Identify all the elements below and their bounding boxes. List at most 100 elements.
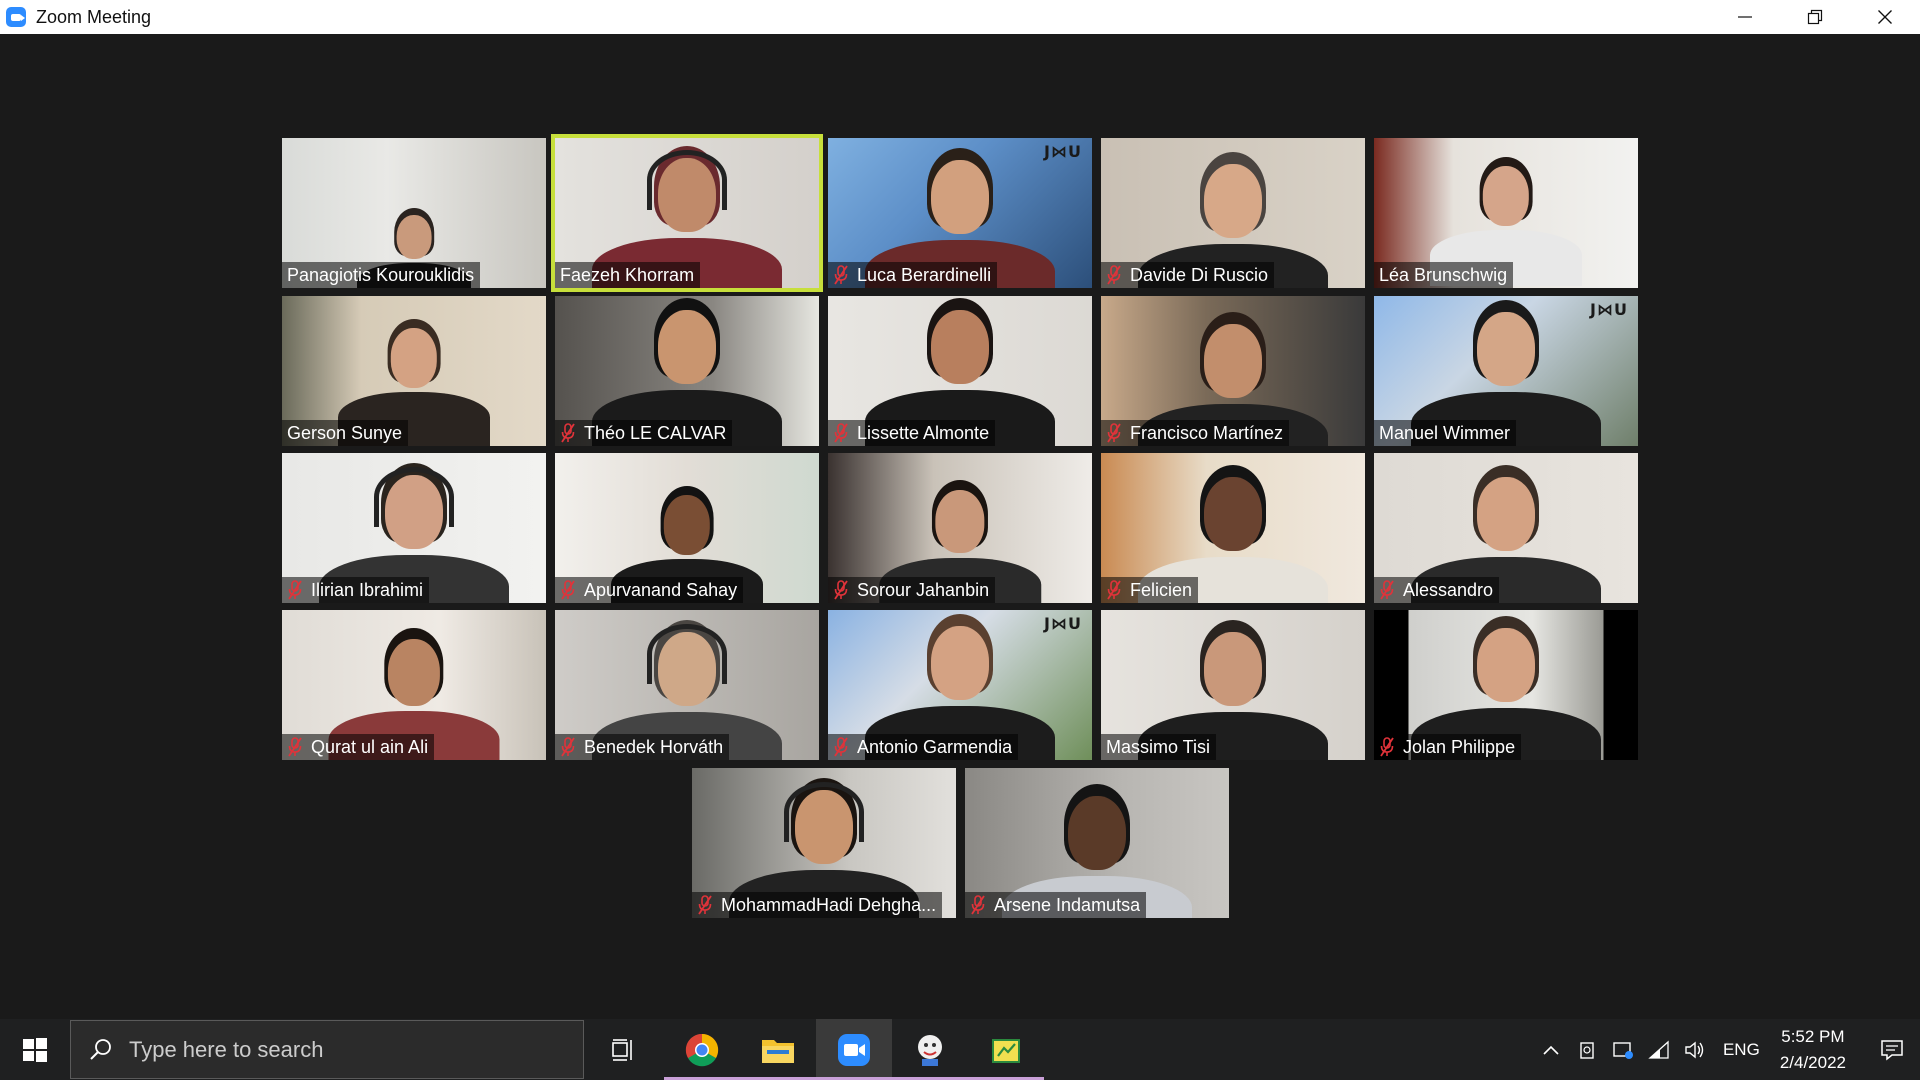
participant-name-label: Benedek Horváth: [555, 734, 730, 760]
participant-tile[interactable]: Jolan Philippe: [1374, 610, 1638, 760]
spreadsheet-app-icon: [992, 1038, 1020, 1063]
action-center-button[interactable]: [1864, 1019, 1920, 1080]
meet-now-icon: [1613, 1041, 1633, 1059]
chevron-up-icon: [1543, 1045, 1559, 1055]
windows-logo-icon: [23, 1037, 47, 1062]
speaker-icon: [1685, 1041, 1704, 1058]
muted-mic-icon: [560, 737, 576, 757]
participant-tile[interactable]: Théo LE CALVAR: [555, 296, 819, 446]
minimize-button[interactable]: [1710, 0, 1780, 34]
participant-name-label: Léa Brunschwig: [1374, 262, 1514, 288]
taskbar-app-user[interactable]: [892, 1019, 968, 1080]
participant-tile[interactable]: Faezeh Khorram: [551, 134, 823, 292]
zoom-window: Zoom Meeting Panagiotis Kourouklidis Faez…: [0, 0, 1920, 1080]
window-title: Zoom Meeting: [36, 6, 152, 27]
participant-tile[interactable]: Apurvanand Sahay: [555, 453, 819, 603]
participant-name-label: Massimo Tisi: [1101, 734, 1217, 760]
participant-name: Alessandro: [1403, 579, 1494, 600]
muted-mic-icon: [833, 737, 849, 757]
restore-button[interactable]: [1780, 0, 1850, 34]
participant-tile[interactable]: Felicien: [1101, 453, 1365, 603]
participant-tile[interactable]: MohammadHadi Dehgha...: [692, 768, 956, 918]
muted-mic-icon: [1106, 265, 1122, 285]
taskbar-app-zoom[interactable]: [816, 1019, 892, 1080]
participant-name: Ilirian Ibrahimi: [311, 579, 424, 600]
participant-tile[interactable]: Gerson Sunye: [282, 296, 546, 446]
muted-mic-icon: [970, 895, 986, 915]
participant-name-label: Qurat ul ain Ali: [282, 734, 435, 760]
participant-name-label: Ilirian Ibrahimi: [282, 577, 430, 603]
participant-name: Sorour Jahanbin: [857, 579, 990, 600]
participant-tile[interactable]: Lissette Almonte: [828, 296, 1092, 446]
muted-mic-icon: [833, 265, 849, 285]
participant-name: Théo LE CALVAR: [584, 422, 727, 443]
muted-mic-icon: [1379, 580, 1395, 600]
participant-name: Panagiotis Kourouklidis: [287, 264, 475, 285]
muted-mic-icon: [697, 895, 713, 915]
participant-tile[interactable]: Alessandro: [1374, 453, 1638, 603]
participant-tile[interactable]: J⋈U Antonio Garmendia: [828, 610, 1092, 760]
show-hidden-icons-button[interactable]: [1536, 1019, 1566, 1080]
participant-name: Qurat ul ain Ali: [311, 736, 429, 757]
participant-name: Francisco Martínez: [1130, 422, 1284, 443]
tray-meet-button[interactable]: [1608, 1019, 1638, 1080]
participant-name: Luca Berardinelli: [857, 264, 992, 285]
clock[interactable]: 5:52 PM 2/4/2022: [1780, 1024, 1846, 1076]
participant-name: MohammadHadi Dehgha...: [721, 894, 937, 915]
muted-mic-icon: [833, 423, 849, 443]
tray-device-button[interactable]: [1572, 1019, 1602, 1080]
participant-name: Jolan Philippe: [1403, 736, 1516, 757]
participant-tile[interactable]: Benedek Horváth: [555, 610, 819, 760]
start-button[interactable]: [0, 1019, 70, 1080]
participant-tile[interactable]: Arsene Indamutsa: [965, 768, 1229, 918]
participant-name-label: Davide Di Ruscio: [1101, 262, 1275, 288]
task-view-button[interactable]: [586, 1019, 662, 1080]
participant-name-label: Gerson Sunye: [282, 420, 409, 446]
participant-name-label: Antonio Garmendia: [828, 734, 1019, 760]
participant-name-label: Théo LE CALVAR: [555, 420, 733, 446]
zoom-app-icon: [6, 7, 26, 27]
participant-name-label: Lissette Almonte: [828, 420, 996, 446]
participant-name-label: MohammadHadi Dehgha...: [692, 892, 943, 918]
restore-icon: [1807, 9, 1823, 25]
participant-name-label: Luca Berardinelli: [828, 262, 998, 288]
participant-tile[interactable]: Massimo Tisi: [1101, 610, 1365, 760]
folder-icon: [762, 1039, 794, 1063]
taskbar-app-file-explorer[interactable]: [740, 1019, 816, 1080]
participant-name: Davide Di Ruscio: [1130, 264, 1269, 285]
taskbar-app-sheets[interactable]: [968, 1019, 1044, 1080]
participant-name-label: Panagiotis Kourouklidis: [282, 262, 481, 288]
input-language[interactable]: ENG: [1723, 1040, 1760, 1060]
participant-name: Apurvanand Sahay: [584, 579, 738, 600]
participant-tile[interactable]: Francisco Martínez: [1101, 296, 1365, 446]
network-button[interactable]: [1644, 1019, 1674, 1080]
close-button[interactable]: [1850, 0, 1920, 34]
participant-name-label: Jolan Philippe: [1374, 734, 1522, 760]
participant-name: Massimo Tisi: [1106, 736, 1211, 757]
participant-name: Manuel Wimmer: [1379, 422, 1511, 443]
participant-tile[interactable]: Panagiotis Kourouklidis: [282, 138, 546, 288]
notification-icon: [1881, 1039, 1903, 1061]
participant-name: Léa Brunschwig: [1379, 264, 1508, 285]
participant-tile[interactable]: J⋈U Manuel Wimmer: [1374, 296, 1638, 446]
participant-tile[interactable]: Davide Di Ruscio: [1101, 138, 1365, 288]
participant-name: Faezeh Khorram: [560, 264, 695, 285]
participant-name: Arsene Indamutsa: [994, 894, 1141, 915]
participant-tile[interactable]: Ilirian Ibrahimi: [282, 453, 546, 603]
participant-tile[interactable]: Qurat ul ain Ali: [282, 610, 546, 760]
participant-tile[interactable]: J⋈U Luca Berardinelli: [828, 138, 1092, 288]
gallery-view: Panagiotis Kourouklidis Faezeh Khorram J⋈U…: [0, 34, 1920, 1019]
close-icon: [1878, 10, 1892, 24]
wifi-icon: [1648, 1040, 1669, 1059]
system-tray: ENG 5:52 PM 2/4/2022: [1533, 1019, 1920, 1080]
user-app-icon: [918, 1034, 942, 1066]
search-icon: [90, 1038, 111, 1060]
zoom-icon: [838, 1033, 870, 1066]
participant-name-label: Sorour Jahanbin: [828, 577, 996, 603]
volume-button[interactable]: [1680, 1019, 1710, 1080]
taskbar-app-chrome[interactable]: [664, 1019, 740, 1080]
device-icon: [1580, 1041, 1594, 1059]
taskbar-search[interactable]: Type here to search: [70, 1020, 584, 1079]
participant-tile[interactable]: Sorour Jahanbin: [828, 453, 1092, 603]
participant-tile[interactable]: Léa Brunschwig: [1374, 138, 1638, 288]
